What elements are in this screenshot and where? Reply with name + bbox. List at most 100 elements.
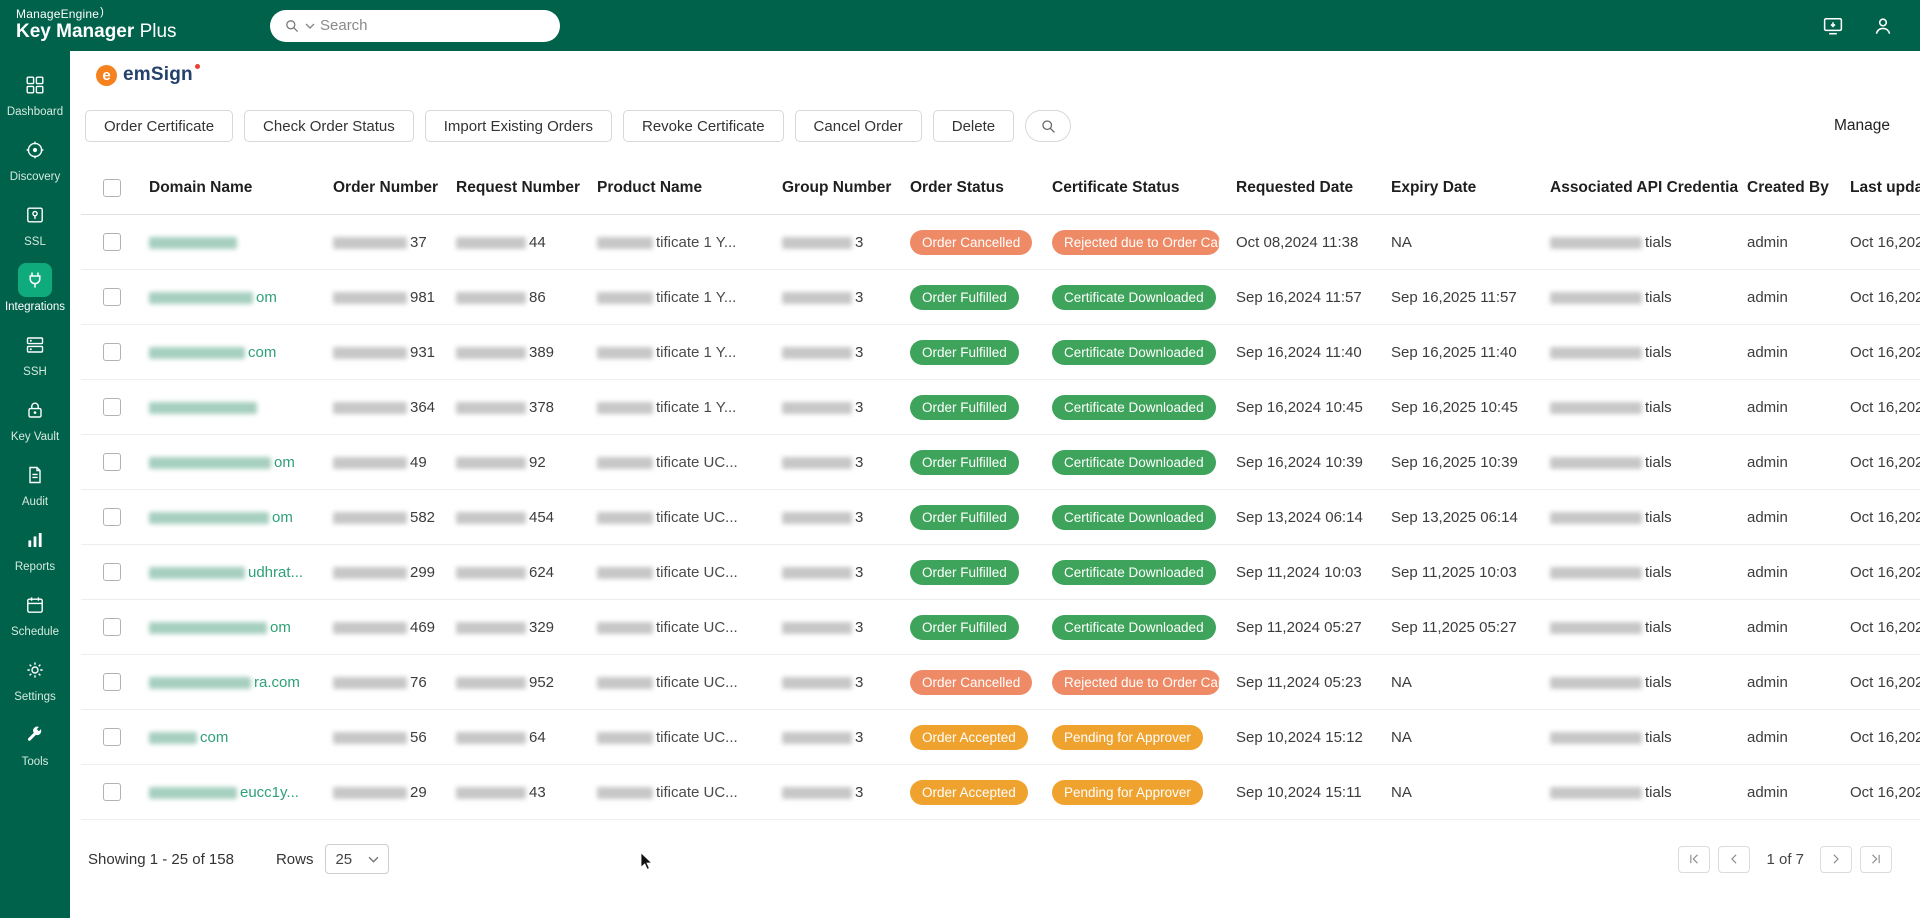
row-checkbox[interactable] (103, 783, 121, 802)
cell-expiry-date: Sep 13,2025 06:14 (1383, 489, 1542, 546)
search-scope-caret-icon[interactable] (305, 22, 315, 30)
domain-link[interactable]: com (200, 729, 228, 746)
sidebar-item-integrations[interactable]: Integrations (0, 256, 70, 321)
cell-group-number: 3 (774, 544, 902, 601)
remote-console-icon[interactable] (1822, 15, 1844, 37)
sidebar-item-schedule[interactable]: Schedule (0, 581, 70, 646)
search-input[interactable] (320, 17, 546, 34)
global-search[interactable] (270, 9, 560, 42)
redacted-text (782, 456, 852, 469)
domain-link[interactable]: ra.com (254, 674, 300, 691)
table-body: 37 44 tificate 1 Y... 3 Order Cancelled Rejec… (81, 214, 1920, 821)
sidebar-item-discovery[interactable]: Discovery (0, 126, 70, 191)
previous-page-button[interactable] (1718, 845, 1751, 873)
cell-certificate-status: Certificate Downloaded (1044, 544, 1228, 601)
domain-link[interactable]: om (272, 509, 293, 526)
table-search-button[interactable] (1025, 110, 1072, 142)
domain-link[interactable]: om (256, 289, 277, 306)
first-page-button[interactable] (1678, 845, 1711, 873)
redacted-text (456, 456, 526, 469)
cell-created-by: admin (1739, 764, 1842, 821)
redacted-text (333, 236, 407, 249)
sidebar-item-label: Schedule (11, 626, 59, 638)
sidebar-item-settings[interactable]: Settings (0, 646, 70, 711)
domain-link[interactable]: om (274, 454, 295, 471)
row-checkbox[interactable] (103, 453, 121, 472)
sidebar-item-key-vault[interactable]: Key Vault (0, 386, 70, 451)
row-checkbox[interactable] (103, 563, 121, 582)
redacted-text (1550, 456, 1642, 469)
sidebar-item-ssl[interactable]: SSL (0, 191, 70, 256)
cancel-order-button[interactable]: Cancel Order (794, 110, 922, 142)
cell-created-by: admin (1739, 324, 1842, 381)
cell-order-number: 49 (325, 434, 448, 491)
check-order-status-button[interactable]: Check Order Status (244, 110, 414, 142)
cell-product-name: tificate 1 Y... (589, 269, 774, 326)
cell-domain-name: com (141, 709, 325, 766)
row-checkbox[interactable] (103, 728, 121, 747)
redacted-text (1550, 511, 1642, 524)
cell-order-number: 56 (325, 709, 448, 766)
last-page-button[interactable] (1860, 845, 1892, 873)
cell-certificate-status: Certificate Downloaded (1044, 379, 1228, 436)
domain-link[interactable]: om (270, 619, 291, 636)
redacted-text (149, 786, 237, 799)
cell-request-number: 64 (448, 709, 589, 766)
status-badge: Order Fulfilled (910, 614, 1019, 640)
cell-requested-date: Oct 08,2024 11:38 (1228, 214, 1383, 271)
import-existing-orders-button[interactable]: Import Existing Orders (424, 110, 612, 142)
cell-created-by: admin (1739, 269, 1842, 326)
col-header-group-number: Group Number (774, 162, 902, 216)
order-certificate-button[interactable]: Order Certificate (85, 110, 234, 142)
domain-link[interactable]: eucc1y... (240, 784, 299, 801)
redacted-text (782, 511, 852, 524)
redacted-text (456, 566, 526, 579)
sidebar-item-ssh[interactable]: SSH (0, 321, 70, 386)
row-checkbox[interactable] (103, 398, 121, 417)
page-indicator: 1 of 7 (1766, 850, 1804, 868)
brand-bold-text: Key Manager (16, 20, 135, 42)
redacted-text (782, 786, 852, 799)
redacted-text (456, 786, 526, 799)
showing-count: Showing 1 - 25 of 158 (88, 850, 234, 868)
row-checkbox[interactable] (103, 673, 121, 692)
redacted-text (1550, 346, 1642, 359)
next-page-button[interactable] (1820, 845, 1852, 873)
redacted-text (456, 511, 526, 524)
sidebar-item-audit[interactable]: Audit (0, 451, 70, 516)
sidebar-item-reports[interactable]: Reports (0, 516, 70, 581)
cell-select (81, 324, 141, 381)
redacted-text (782, 566, 852, 579)
redacted-text (1550, 566, 1642, 579)
toolbar: Order Certificate Check Order Status Impor… (85, 110, 1890, 142)
cell-api-credential: tials (1542, 214, 1739, 271)
cell-select (81, 544, 141, 601)
row-checkbox[interactable] (103, 508, 121, 527)
sidebar-item-tools[interactable]: Tools (0, 711, 70, 776)
table-row: udhrat... 299 624 tificate UC... 3 Order Fulf… (81, 544, 1920, 601)
revoke-certificate-button[interactable]: Revoke Certificate (622, 110, 784, 142)
row-checkbox[interactable] (103, 288, 121, 307)
delete-button[interactable]: Delete (932, 110, 1015, 142)
row-checkbox[interactable] (103, 618, 121, 637)
domain-link[interactable]: com (248, 344, 276, 361)
cell-order-status: Order Fulfilled (902, 379, 1044, 436)
row-checkbox[interactable] (103, 343, 121, 362)
redacted-text (597, 786, 653, 799)
orders-table: Domain Name Order Number Request Number Pro… (81, 162, 1920, 821)
cell-certificate-status: Certificate Downloaded (1044, 269, 1228, 326)
rows-per-page-select[interactable]: 25 (325, 844, 390, 875)
manage-link[interactable]: Manage (1834, 117, 1890, 135)
emsign-logo-text: emSign (123, 64, 200, 86)
cell-api-credential: tials (1542, 489, 1739, 546)
sidebar-item-dashboard[interactable]: Dashboard (0, 61, 70, 126)
cell-select (81, 379, 141, 436)
domain-link[interactable]: udhrat... (248, 564, 303, 581)
select-all-checkbox[interactable] (103, 179, 121, 197)
user-account-icon[interactable] (1872, 15, 1894, 37)
col-header-product-name: Product Name (589, 162, 774, 216)
table-row: om 49 92 tificate UC... 3 Order Fulfilled Cert… (81, 434, 1920, 491)
col-header-last-updated: Last updated (1842, 162, 1920, 216)
cell-select (81, 599, 141, 656)
row-checkbox[interactable] (103, 233, 121, 252)
